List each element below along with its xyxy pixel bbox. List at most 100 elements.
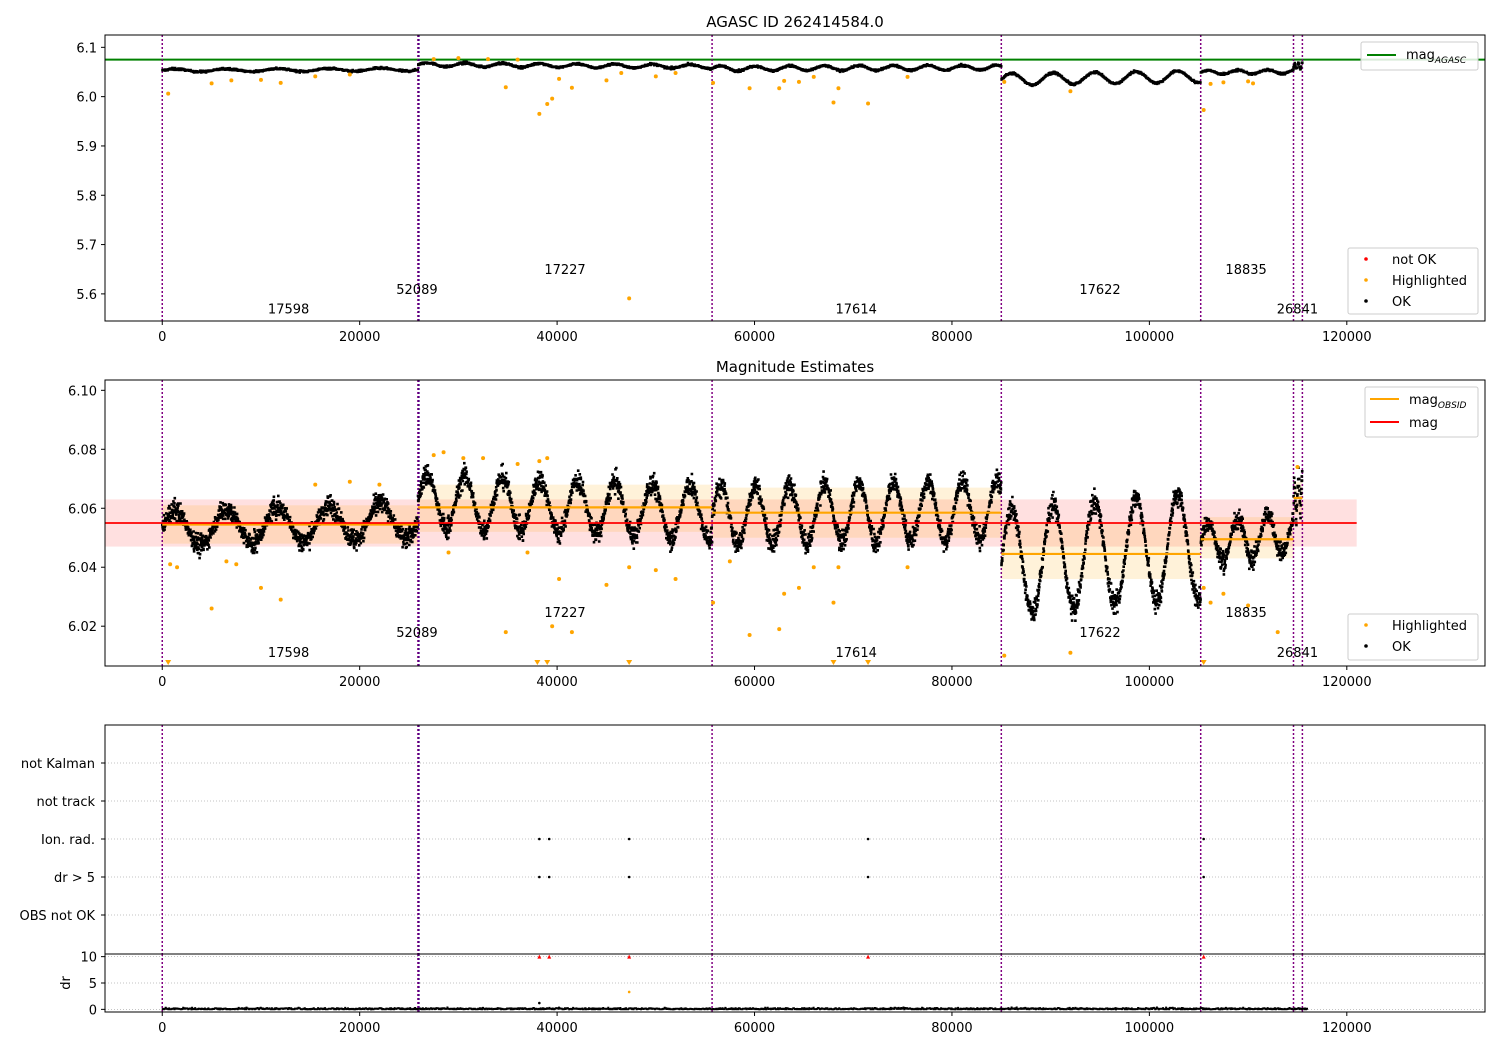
y-tick-label: 6.08 — [68, 443, 97, 458]
flags-plot-area — [104, 724, 1486, 955]
flags-plot-background — [105, 725, 1485, 954]
x-tick-label: 40000 — [536, 675, 577, 690]
legend-highlighted-marker — [1364, 623, 1368, 627]
highlighted-point — [747, 633, 752, 638]
highlighted-point — [1068, 89, 1073, 94]
highlighted-point — [1295, 464, 1300, 469]
middle-legend-lower: Highlighted OK — [1347, 613, 1479, 661]
highlighted-point — [515, 57, 520, 62]
y-tick-label: 6.06 — [68, 502, 97, 517]
flag-category-label: dr > 5 — [54, 871, 95, 886]
legend-highlighted-marker — [1364, 278, 1368, 282]
highlighted-point — [831, 600, 836, 605]
flag-category-label: not track — [36, 795, 95, 810]
highlighted-point — [456, 56, 461, 61]
highlighted-point — [313, 482, 318, 487]
x-tick-label: 40000 — [536, 330, 577, 345]
y-tick-label: 5.7 — [76, 239, 97, 254]
highlighted-point — [441, 450, 446, 455]
highlighted-point — [831, 100, 836, 105]
dr-outlier-point — [538, 1001, 541, 1005]
middle-plot-area: 17598 52089 17227 17614 17622 18835 26841 — [104, 379, 1486, 667]
highlighted-point — [1246, 79, 1251, 84]
highlighted-point — [905, 74, 910, 79]
flag-point — [547, 875, 551, 879]
highlighted-point — [796, 79, 801, 84]
x-tick-label: 120000 — [1322, 330, 1372, 345]
obsid-label: 52089 — [396, 626, 437, 641]
dr-highlighted-point — [627, 990, 631, 994]
x-tick-label: 40000 — [536, 1021, 577, 1036]
highlighted-point — [229, 78, 234, 83]
highlighted-point — [557, 76, 562, 81]
obsid-label: 26841 — [1277, 303, 1318, 318]
highlighted-point — [545, 456, 550, 461]
highlighted-point — [258, 77, 263, 82]
highlighted-point — [486, 57, 491, 62]
top-chart-title: AGASC ID 262414584.0 — [706, 13, 884, 31]
highlighted-point — [653, 74, 658, 79]
highlighted-point — [431, 57, 436, 62]
highlighted-point — [604, 582, 609, 587]
obsid-label: 17227 — [544, 263, 585, 278]
figure: AGASC ID 262414584.0 17598 52089 17227 1761… — [0, 0, 1500, 1050]
x-tick-label: 100000 — [1125, 675, 1175, 690]
y-tick-label: 5.9 — [76, 140, 97, 155]
obsid-label: 17614 — [836, 303, 877, 318]
highlighted-point — [525, 550, 530, 555]
flag-point — [627, 837, 631, 841]
legend-ok-label: OK — [1392, 640, 1411, 655]
highlighted-point — [537, 459, 542, 464]
y-tick-label: 6.10 — [68, 384, 97, 399]
obsid-label: 17622 — [1079, 283, 1120, 298]
obsid-label: 26841 — [1277, 646, 1318, 661]
x-tick-label: 0 — [158, 675, 166, 690]
legend-not-ok-marker — [1364, 257, 1368, 261]
highlighted-point — [1201, 585, 1206, 590]
highlighted-point — [347, 479, 352, 484]
y-tick-label: 10 — [80, 951, 97, 966]
x-tick-label: 80000 — [931, 1021, 972, 1036]
highlighted-point — [673, 70, 678, 75]
highlighted-point — [569, 85, 574, 90]
highlighted-point — [711, 80, 716, 85]
highlighted-point — [557, 577, 562, 582]
x-tick-label: 100000 — [1125, 1021, 1175, 1036]
flag-point — [866, 837, 870, 841]
highlighted-point — [503, 630, 508, 635]
highlighted-point — [1208, 600, 1213, 605]
flag-point — [538, 875, 541, 879]
legend-mag-label: mag — [1409, 416, 1438, 431]
highlighted-point — [168, 562, 173, 567]
legend-ok-marker — [1364, 644, 1368, 648]
obsid-label: 18835 — [1225, 606, 1266, 621]
middle-chart-title: Magnitude Estimates — [716, 358, 874, 376]
obsid-label: 17622 — [1079, 626, 1120, 641]
top-plot-background — [105, 35, 1485, 321]
highlighted-point — [550, 624, 555, 629]
flag-point — [1202, 875, 1205, 879]
y-tick-label: 0 — [89, 1003, 97, 1018]
x-tick-label: 80000 — [931, 330, 972, 345]
highlighted-point — [836, 565, 841, 570]
legend-ok-marker — [1364, 299, 1368, 303]
obsid-label: 17598 — [268, 646, 309, 661]
flag-point — [1202, 837, 1205, 841]
highlighted-point — [782, 591, 787, 596]
x-tick-label: 60000 — [734, 675, 775, 690]
legend-ok-label: OK — [1392, 295, 1411, 310]
x-tick-label: 0 — [158, 330, 166, 345]
highlighted-point — [811, 565, 816, 570]
highlighted-point — [811, 74, 816, 79]
highlighted-point — [1208, 81, 1213, 86]
y-tick-label: 6.1 — [76, 41, 97, 56]
highlighted-point — [224, 559, 229, 564]
highlighted-point — [673, 577, 678, 582]
highlighted-point — [836, 86, 841, 91]
legend-highlighted-label: Highlighted — [1392, 619, 1467, 634]
highlighted-point — [569, 630, 574, 635]
highlighted-point — [1221, 591, 1226, 596]
highlighted-point — [166, 91, 171, 96]
x-tick-label: 80000 — [931, 675, 972, 690]
x-tick-label: 20000 — [339, 1021, 380, 1036]
